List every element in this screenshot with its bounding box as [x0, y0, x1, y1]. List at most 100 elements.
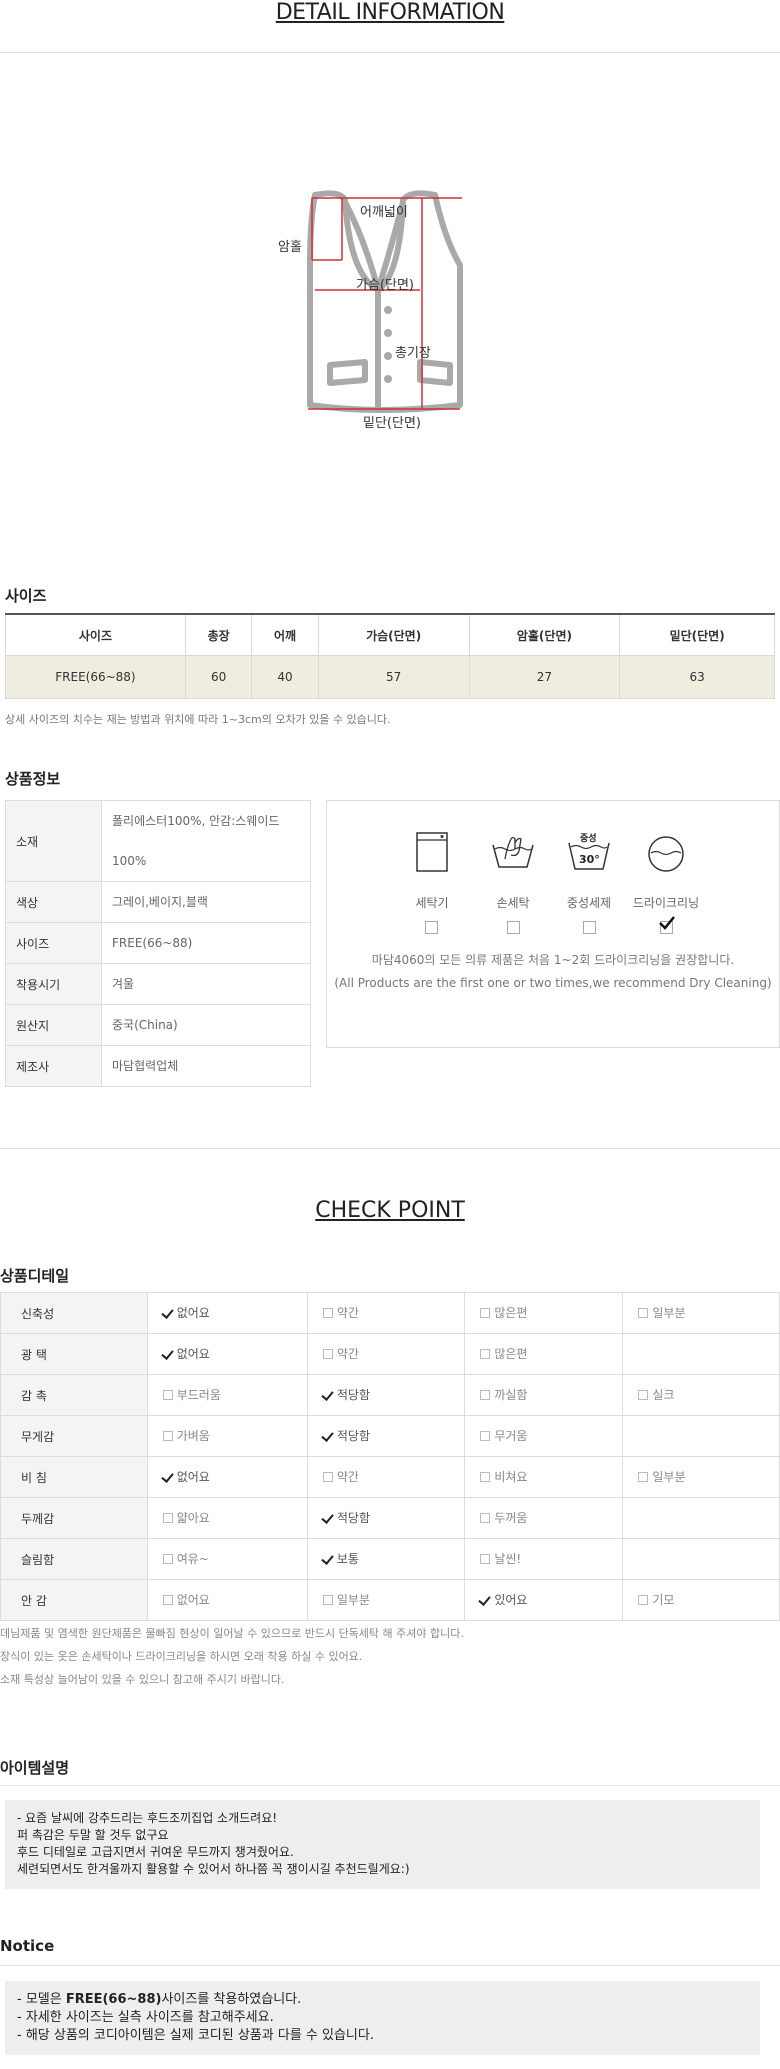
label-chest: 가슴(단면) [356, 278, 414, 293]
detail-option-label: 없어요 [176, 1306, 210, 1321]
checkbox-icon [162, 1512, 174, 1524]
size-cell: 40 [251, 655, 319, 699]
size-cell: 57 [317, 655, 470, 699]
table-row: 색상 그레이,베이지,블랙 [5, 881, 311, 923]
detail-option-cell: 약간 [306, 1456, 466, 1498]
table-row: 비 침 없어요 약간 비쳐요 일부분 [0, 1456, 780, 1498]
label-armhole: 암홀 [278, 240, 302, 255]
detail-option-cell: 적당함 [306, 1374, 466, 1416]
detail-key: 두께감 [0, 1497, 148, 1539]
detail-option-label: 일부분 [652, 1470, 686, 1485]
label-length: 총기장 [395, 346, 431, 361]
info-key: 원산지 [5, 1004, 102, 1046]
detail-option: 얇아요 [162, 1509, 210, 1526]
dry-cleaning-icon [648, 836, 684, 872]
detail-option-label: 여유~ [176, 1552, 209, 1567]
table-row: 신축성 없어요 약간 많은편 일부분 [0, 1292, 780, 1334]
detail-option-cell: 일부분 [622, 1292, 780, 1334]
detail-option-label: 보통 [336, 1552, 359, 1567]
detail-option: 많은편 [479, 1304, 527, 1321]
detail-option-cell: 비쳐요 [464, 1456, 624, 1498]
size-col-header: 어깨 [251, 613, 319, 656]
detail-key: 신축성 [0, 1292, 148, 1334]
detail-option: 부드러움 [162, 1386, 221, 1403]
detail-option-label: 무거움 [494, 1429, 528, 1444]
size-col-header: 밑단(단면) [619, 613, 775, 656]
notice-heading: Notice [0, 1937, 55, 1955]
detail-option-cell: 없어요 [146, 1292, 308, 1334]
detail-option-label: 얇아요 [176, 1511, 210, 1526]
check-icon [322, 1389, 334, 1401]
detail-option-label: 약간 [336, 1470, 359, 1485]
notice-line: - 자세한 사이즈는 실측 사이즈를 참고해주세요. [17, 2010, 274, 2025]
checkbox-icon [479, 1471, 491, 1483]
check-icon [322, 1553, 334, 1565]
checkbox-icon [322, 1348, 334, 1360]
detail-option: 많은편 [479, 1345, 527, 1362]
detail-option-selected: 적당함 [322, 1427, 370, 1444]
label-hem: 밑단(단면) [363, 416, 421, 431]
detail-option-cell [622, 1497, 780, 1539]
size-cell: 60 [184, 655, 253, 699]
item-line: 세련되면서도 한겨울까지 활용할 수 있어서 하나쯤 꼭 쟁이시길 추천드릴게요… [17, 1862, 410, 1876]
checkbox-icon [162, 1553, 174, 1565]
table-row: 슬림함 여유~ 보통 날씬! [0, 1538, 780, 1580]
size-cell: 27 [468, 655, 621, 699]
detail-option-label: 적당함 [336, 1511, 370, 1526]
size-heading: 사이즈 [5, 587, 47, 605]
detail-option: 여유~ [162, 1550, 209, 1567]
checkbox-icon [322, 1594, 334, 1606]
detail-option-cell: 있어요 [464, 1579, 624, 1621]
detail-option: 일부분 [322, 1591, 370, 1608]
detail-option: 일부분 [637, 1468, 685, 1485]
detail-option-label: 많은편 [494, 1347, 528, 1362]
table-row: 착용시기 겨울 [5, 963, 311, 1005]
detail-option: 날씬! [479, 1550, 521, 1567]
item-line: - 요즘 날씨에 강추드리는 후드조끼집업 소개드려요! [17, 1811, 278, 1825]
checkbox-icon [637, 1594, 649, 1606]
checkbox-icon [162, 1594, 174, 1606]
info-key: 소재 [5, 800, 102, 882]
product-heading: 상품정보 [5, 770, 61, 788]
detail-key: 무게감 [0, 1415, 148, 1457]
check-icon [322, 1512, 334, 1524]
detail-option-cell: 실크 [622, 1374, 780, 1416]
detail-option-selected: 보통 [322, 1550, 359, 1567]
size-note: 상세 사이즈의 치수는 재는 방법과 위치에 따라 1~3cm의 오차가 있을 … [5, 713, 391, 726]
detail-option-label: 많은편 [494, 1306, 528, 1321]
label-shoulder: 어깨넓이 [360, 205, 408, 220]
detail-option-label: 기모 [652, 1593, 675, 1608]
detail-option: 약간 [322, 1345, 359, 1362]
detail-option: 까실함 [479, 1386, 527, 1403]
detail-option: 없어요 [162, 1591, 210, 1608]
info-value: 마담협력업체 [101, 1045, 311, 1087]
detail-option-label: 없어요 [176, 1470, 210, 1485]
size-table: 사이즈 총장 어깨 가슴(단면) 암홀(단면) 밑단(단면) FREE(66~8… [5, 613, 775, 699]
care-notice-en: (All Products are the first one or two t… [334, 976, 772, 990]
item-description-box: - 요즘 날씨에 강추드리는 후드조끼집업 소개드려요! 퍼 촉감은 두말 할 … [5, 1800, 760, 1889]
check-note: 데님제품 및 염색한 원단제품은 물빠짐 현상이 일어날 수 있으므로 반드시 … [0, 1627, 464, 1640]
detail-option-label: 약간 [336, 1306, 359, 1321]
detail-key: 슬림함 [0, 1538, 148, 1580]
detail-option-cell: 두꺼움 [464, 1497, 624, 1539]
detail-option: 비쳐요 [479, 1468, 527, 1485]
detail-option-cell: 약간 [306, 1333, 466, 1375]
detail-option-selected: 있어요 [479, 1591, 527, 1608]
check-note: 소재 특성상 늘어남이 있을 수 있으니 참고해 주시기 바랍니다. [0, 1673, 285, 1686]
detail-option-label: 가벼움 [176, 1429, 210, 1444]
detail-option-cell: 없어요 [146, 1579, 308, 1621]
size-cell: 63 [619, 655, 775, 699]
info-key: 사이즈 [5, 922, 102, 964]
detail-option-cell: 일부분 [306, 1579, 466, 1621]
detail-option-cell [622, 1415, 780, 1457]
care-checkbox [583, 921, 596, 934]
checkbox-icon [322, 1307, 334, 1319]
detail-option-cell: 무거움 [464, 1415, 624, 1457]
notice-line: - 해당 상품의 코디아이템은 실제 코디된 상품과 다를 수 있습니다. [17, 2028, 374, 2043]
care-checkbox [507, 921, 520, 934]
table-row: 감 촉 부드러움 적당함 까실함 실크 [0, 1374, 780, 1416]
checkbox-icon [637, 1307, 649, 1319]
notice-box: - 모델은 FREE(66~88)사이즈를 착용하였습니다. - 자세한 사이즈… [5, 1981, 760, 2055]
size-col-header: 암홀(단면) [468, 613, 621, 656]
detail-option-cell: 부드러움 [146, 1374, 308, 1416]
